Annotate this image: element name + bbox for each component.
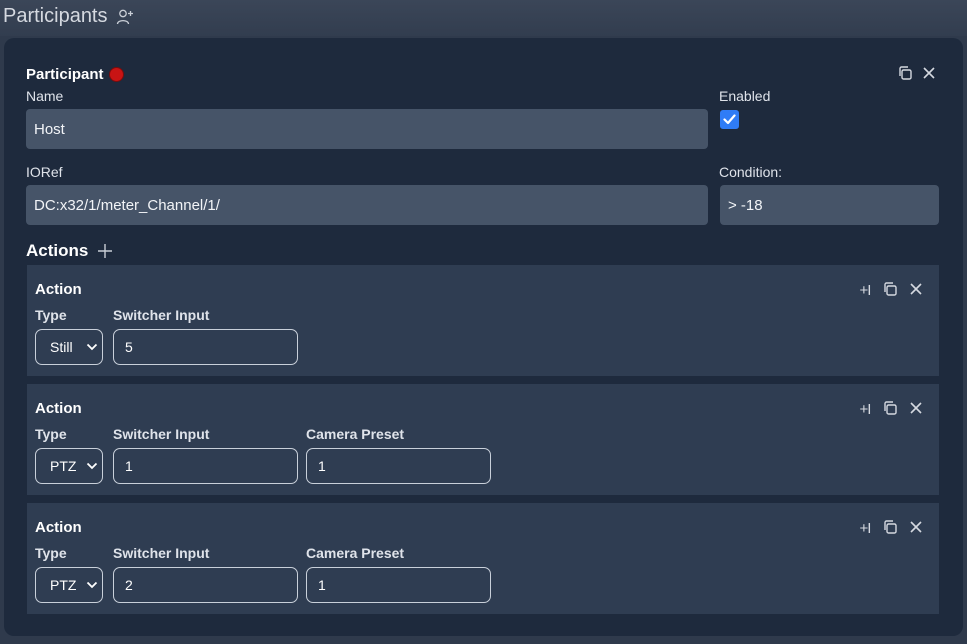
insert-icon: +I: [859, 281, 872, 299]
ioref-label: IORef: [26, 164, 63, 180]
section-title: Participants: [3, 5, 108, 27]
type-select[interactable]: PTZ: [35, 567, 103, 603]
duplicate-participant-button[interactable]: [896, 64, 914, 82]
close-icon: [910, 521, 922, 533]
insert-action-button[interactable]: +I: [855, 281, 875, 299]
remove-action-button[interactable]: [907, 280, 925, 298]
switcher-input-label: Switcher Input: [113, 545, 210, 561]
copy-icon: [884, 401, 897, 415]
duplicate-action-button[interactable]: [881, 280, 899, 298]
copy-icon: [884, 282, 897, 296]
close-icon: [910, 283, 922, 295]
section-header: Participants: [3, 5, 134, 28]
checkmark-icon: [723, 114, 736, 125]
enabled-checkbox[interactable]: [720, 110, 739, 129]
add-action-button[interactable]: [98, 244, 113, 258]
chevron-down-icon: [86, 343, 98, 351]
switcher-input-field[interactable]: 2: [113, 567, 298, 603]
remove-participant-button[interactable]: [920, 64, 938, 82]
insert-action-button[interactable]: +I: [855, 519, 875, 537]
switcher-input-field[interactable]: 1: [113, 448, 298, 484]
remove-action-button[interactable]: [907, 518, 925, 536]
type-select[interactable]: PTZ: [35, 448, 103, 484]
camera-preset-label: Camera Preset: [306, 426, 405, 442]
duplicate-action-button[interactable]: [881, 518, 899, 536]
ioref-input[interactable]: DC:x32/1/meter_Channel/1/: [26, 185, 708, 225]
condition-label: Condition:: [719, 164, 783, 180]
action-title: Action: [35, 400, 82, 417]
close-icon: [923, 67, 935, 79]
top-bar: [0, 0, 967, 36]
participant-heading: Participant: [26, 66, 124, 83]
type-label: Type: [35, 307, 67, 323]
close-icon: [910, 402, 922, 414]
duplicate-action-button[interactable]: [881, 399, 899, 417]
type-select-value: PTZ: [50, 577, 77, 593]
action-card: Action +I Type Switcher Input Still 5: [27, 265, 939, 376]
type-label: Type: [35, 426, 67, 442]
actions-title: Actions: [26, 241, 89, 260]
action-card: Action +I Type Switcher Input Camera Pre…: [27, 384, 939, 495]
name-input[interactable]: Host: [26, 109, 708, 149]
remove-action-button[interactable]: [907, 399, 925, 417]
plus-icon: [98, 244, 113, 258]
switcher-input-field[interactable]: 5: [113, 329, 298, 365]
chevron-down-icon: [86, 581, 98, 589]
type-label: Type: [35, 545, 67, 561]
action-title: Action: [35, 519, 82, 536]
camera-preset-field[interactable]: 1: [306, 448, 491, 484]
action-title: Action: [35, 281, 82, 298]
switcher-input-label: Switcher Input: [113, 307, 210, 323]
type-select[interactable]: Still: [35, 329, 103, 365]
condition-input[interactable]: > -18: [720, 185, 939, 225]
camera-preset-field[interactable]: 1: [306, 567, 491, 603]
enabled-label: Enabled: [719, 88, 771, 104]
insert-icon: +I: [859, 400, 872, 418]
camera-preset-label: Camera Preset: [306, 545, 405, 561]
action-card: Action +I Type Switcher Input Camera Pre…: [27, 503, 939, 614]
insert-icon: +I: [859, 519, 872, 537]
copy-icon: [899, 66, 912, 80]
name-label: Name: [26, 88, 64, 104]
status-dot-icon: [108, 67, 124, 82]
switcher-input-label: Switcher Input: [113, 426, 210, 442]
insert-action-button[interactable]: +I: [855, 400, 875, 418]
actions-header: Actions: [26, 241, 113, 261]
type-select-value: PTZ: [50, 458, 77, 474]
type-select-value: Still: [50, 339, 73, 355]
chevron-down-icon: [86, 462, 98, 470]
participant-title: Participant: [26, 66, 104, 83]
add-user-icon[interactable]: [116, 8, 134, 26]
copy-icon: [884, 520, 897, 534]
participant-panel: Participant Name Host Enabled IORef DC:x…: [4, 38, 963, 636]
